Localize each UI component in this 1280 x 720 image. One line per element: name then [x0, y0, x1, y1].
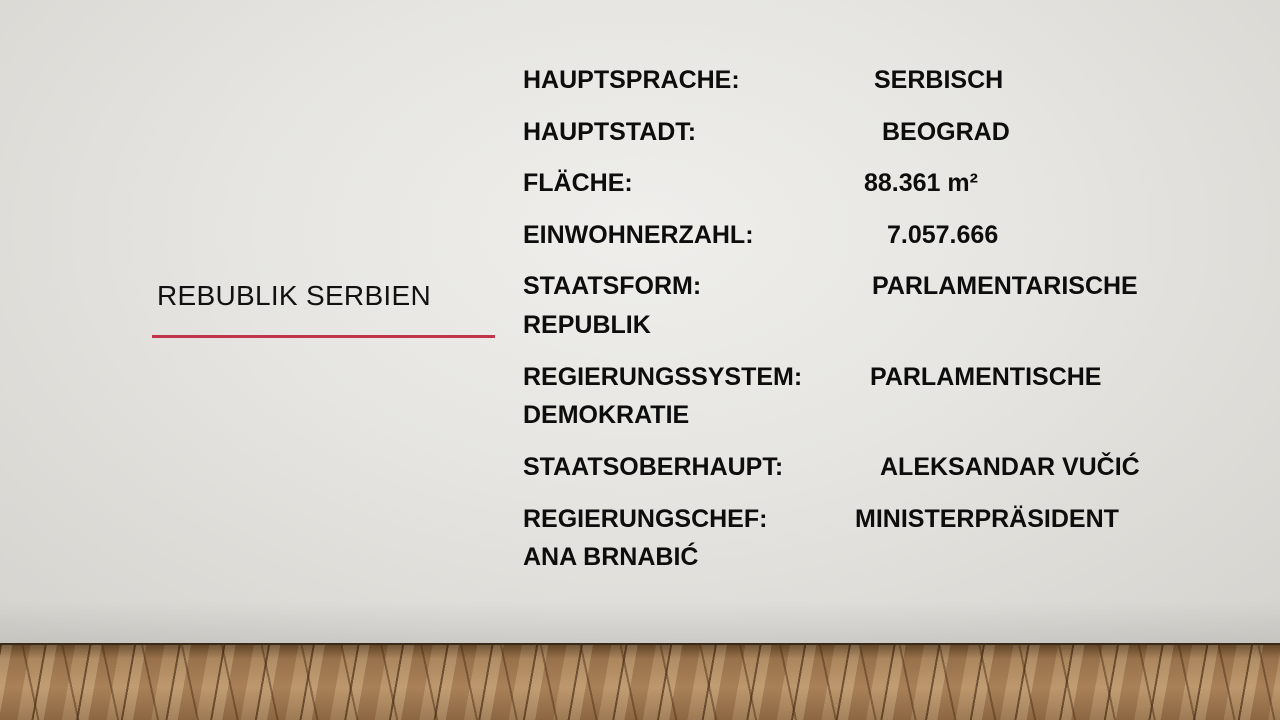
fact-continuation: DEMOKRATIE — [523, 401, 690, 429]
fact-label: REGIERUNGSSYSTEM: — [523, 363, 803, 391]
fact-label: STAATSOBERHAUPT: — [523, 453, 784, 481]
fact-value: ALEKSANDAR VUČIĆ — [880, 453, 1140, 481]
fact-value: PARLAMENTARISCHE — [872, 272, 1138, 300]
slide: REBUBLIK SERBIEN HAUPTSPRACHE: SERBISCH … — [0, 0, 1280, 720]
fact-value: MINISTERPRÄSIDENT — [855, 505, 1119, 533]
facts-list: HAUPTSPRACHE: SERBISCH HAUPTSTADT: BEOGR… — [523, 0, 1243, 600]
slide-title: REBUBLIK SERBIEN — [157, 280, 431, 311]
fact-label: EINWOHNERZAHL: — [523, 221, 754, 249]
fact-continuation: REPUBLIK — [523, 311, 651, 339]
fact-value: 7.057.666 — [887, 221, 999, 249]
fact-label: FLÄCHE: — [523, 169, 633, 197]
fact-row-language: HAUPTSPRACHE: SERBISCH — [523, 64, 1003, 97]
fact-row-head-of-state: STAATSOBERHAUPT: ALEKSANDAR VUČIĆ — [523, 451, 1140, 484]
fact-row-government-system: REGIERUNGSSYSTEM: PARLAMENTISCHE — [523, 361, 1101, 394]
fact-row-state-form: STAATSFORM: PARLAMENTARISCHE — [523, 270, 1138, 303]
fact-value: 88.361 m² — [864, 169, 978, 197]
fact-row-area: FLÄCHE: 88.361 m² — [523, 167, 978, 200]
fact-row-head-of-government: REGIERUNGSCHEF: MINISTERPRÄSIDENT — [523, 503, 1119, 536]
fact-label: STAATSFORM: — [523, 272, 702, 300]
fact-label: HAUPTSPRACHE: — [523, 66, 740, 94]
fact-continuation: ANA BRNABIĆ — [523, 543, 699, 571]
floor-grain — [0, 645, 1280, 720]
fact-label: REGIERUNGSCHEF: — [523, 505, 768, 533]
title-underline — [152, 335, 495, 338]
fact-value: SERBISCH — [874, 66, 1004, 94]
wooden-floor — [0, 643, 1280, 720]
wall-shadow — [0, 600, 1280, 643]
fact-label: HAUPTSTADT: — [523, 118, 697, 146]
fact-row-population: EINWOHNERZAHL: 7.057.666 — [523, 219, 998, 252]
fact-value: BEOGRAD — [882, 118, 1010, 146]
fact-value: PARLAMENTISCHE — [870, 363, 1102, 391]
fact-row-capital: HAUPTSTADT: BEOGRAD — [523, 116, 1010, 149]
